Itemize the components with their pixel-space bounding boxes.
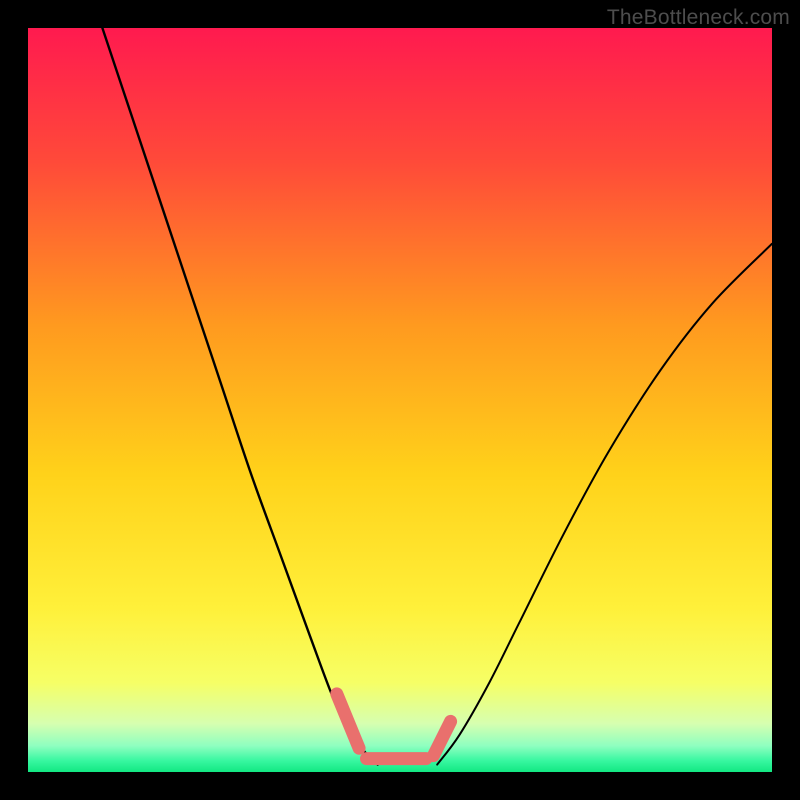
watermark-text: TheBottleneck.com (607, 6, 790, 30)
chart-frame: TheBottleneck.com (0, 0, 800, 800)
bottleneck-chart (28, 28, 772, 772)
plot-area (28, 28, 772, 772)
